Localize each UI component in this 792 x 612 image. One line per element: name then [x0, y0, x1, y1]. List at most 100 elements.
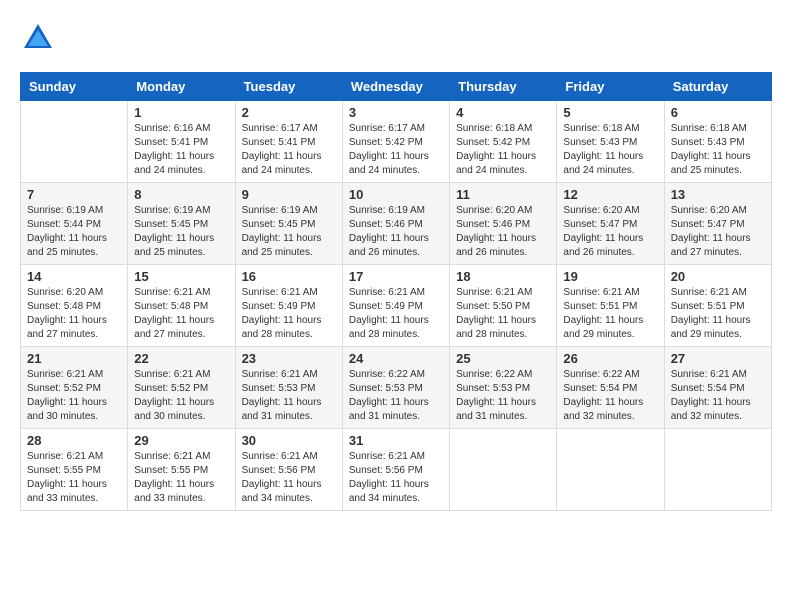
- calendar-cell: 1 Sunrise: 6:16 AMSunset: 5:41 PMDaylight…: [128, 101, 235, 183]
- day-info: Sunrise: 6:21 AMSunset: 5:54 PMDaylight:…: [671, 368, 765, 424]
- calendar-cell: 25 Sunrise: 6:22 AMSunset: 5:53 PMDayligh…: [450, 347, 557, 429]
- calendar-cell: 5 Sunrise: 6:18 AMSunset: 5:43 PMDaylight…: [557, 101, 664, 183]
- calendar-cell: 10 Sunrise: 6:19 AMSunset: 5:46 PMDayligh…: [342, 183, 449, 265]
- calendar-cell: 31 Sunrise: 6:21 AMSunset: 5:56 PMDayligh…: [342, 429, 449, 511]
- weekday-header-monday: Monday: [128, 73, 235, 101]
- calendar-cell: 24Sunrise: 6:22 AMSunset: 5:53 PMDayligh…: [342, 347, 449, 429]
- calendar-week-row: 21 Sunrise: 6:21 AMSunset: 5:52 PMDayligh…: [21, 347, 772, 429]
- calendar-cell: 11 Sunrise: 6:20 AMSunset: 5:46 PMDayligh…: [450, 183, 557, 265]
- day-info: Sunrise: 6:20 AMSunset: 5:48 PMDaylight:…: [27, 286, 121, 342]
- calendar-cell: 13 Sunrise: 6:20 AMSunset: 5:47 PMDayligh…: [664, 183, 771, 265]
- calendar-cell: 19Sunrise: 6:21 AMSunset: 5:51 PMDayligh…: [557, 265, 664, 347]
- logo-icon: [20, 20, 56, 56]
- calendar-cell: 20Sunrise: 6:21 AMSunset: 5:51 PMDayligh…: [664, 265, 771, 347]
- day-info: Sunrise: 6:18 AMSunset: 5:43 PMDaylight:…: [563, 122, 657, 178]
- day-info: Sunrise: 6:18 AMSunset: 5:42 PMDaylight:…: [456, 122, 550, 178]
- weekday-header-sunday: Sunday: [21, 73, 128, 101]
- day-number: 13: [671, 187, 765, 202]
- calendar-cell: [450, 429, 557, 511]
- day-number: 15: [134, 269, 228, 284]
- day-number: 21: [27, 351, 121, 366]
- day-info: Sunrise: 6:21 AMSunset: 5:50 PMDaylight:…: [456, 286, 550, 342]
- calendar-cell: [664, 429, 771, 511]
- calendar-cell: 2 Sunrise: 6:17 AMSunset: 5:41 PMDaylight…: [235, 101, 342, 183]
- calendar-cell: 15Sunrise: 6:21 AMSunset: 5:48 PMDayligh…: [128, 265, 235, 347]
- day-number: 9: [242, 187, 336, 202]
- calendar-week-row: 7 Sunrise: 6:19 AMSunset: 5:44 PMDaylight…: [21, 183, 772, 265]
- day-number: 30: [242, 433, 336, 448]
- calendar-cell: 26 Sunrise: 6:22 AMSunset: 5:54 PMDayligh…: [557, 347, 664, 429]
- day-number: 25: [456, 351, 550, 366]
- calendar-cell: 17Sunrise: 6:21 AMSunset: 5:49 PMDayligh…: [342, 265, 449, 347]
- day-info: Sunrise: 6:21 AMSunset: 5:49 PMDaylight:…: [349, 286, 443, 342]
- day-info: Sunrise: 6:21 AMSunset: 5:53 PMDaylight:…: [242, 368, 336, 424]
- calendar-cell: 9 Sunrise: 6:19 AMSunset: 5:45 PMDaylight…: [235, 183, 342, 265]
- calendar-cell: 28 Sunrise: 6:21 AMSunset: 5:55 PMDayligh…: [21, 429, 128, 511]
- day-info: Sunrise: 6:21 AMSunset: 5:52 PMDaylight:…: [27, 368, 121, 424]
- day-info: Sunrise: 6:22 AMSunset: 5:54 PMDaylight:…: [563, 368, 657, 424]
- day-info: Sunrise: 6:20 AMSunset: 5:46 PMDaylight:…: [456, 204, 550, 260]
- day-number: 16: [242, 269, 336, 284]
- day-info: Sunrise: 6:21 AMSunset: 5:49 PMDaylight:…: [242, 286, 336, 342]
- day-info: Sunrise: 6:19 AMSunset: 5:45 PMDaylight:…: [242, 204, 336, 260]
- calendar-cell: 3Sunrise: 6:17 AMSunset: 5:42 PMDaylight…: [342, 101, 449, 183]
- calendar-cell: 7 Sunrise: 6:19 AMSunset: 5:44 PMDaylight…: [21, 183, 128, 265]
- weekday-header-tuesday: Tuesday: [235, 73, 342, 101]
- calendar-cell: 12 Sunrise: 6:20 AMSunset: 5:47 PMDayligh…: [557, 183, 664, 265]
- day-info: Sunrise: 6:19 AMSunset: 5:46 PMDaylight:…: [349, 204, 443, 260]
- day-info: Sunrise: 6:20 AMSunset: 5:47 PMDaylight:…: [671, 204, 765, 260]
- calendar-week-row: 1 Sunrise: 6:16 AMSunset: 5:41 PMDaylight…: [21, 101, 772, 183]
- day-number: 18: [456, 269, 550, 284]
- day-number: 28: [27, 433, 121, 448]
- day-number: 11: [456, 187, 550, 202]
- day-info: Sunrise: 6:19 AMSunset: 5:44 PMDaylight:…: [27, 204, 121, 260]
- day-info: Sunrise: 6:16 AMSunset: 5:41 PMDaylight:…: [134, 122, 228, 178]
- calendar-table: SundayMondayTuesdayWednesdayThursdayFrid…: [20, 72, 772, 511]
- calendar-cell: 27 Sunrise: 6:21 AMSunset: 5:54 PMDayligh…: [664, 347, 771, 429]
- day-number: 12: [563, 187, 657, 202]
- day-info: Sunrise: 6:21 AMSunset: 5:55 PMDaylight:…: [27, 450, 121, 506]
- day-number: 23: [242, 351, 336, 366]
- calendar-cell: 6Sunrise: 6:18 AMSunset: 5:43 PMDaylight…: [664, 101, 771, 183]
- calendar-week-row: 28 Sunrise: 6:21 AMSunset: 5:55 PMDayligh…: [21, 429, 772, 511]
- day-info: Sunrise: 6:21 AMSunset: 5:56 PMDaylight:…: [349, 450, 443, 506]
- day-number: 27: [671, 351, 765, 366]
- weekday-header-wednesday: Wednesday: [342, 73, 449, 101]
- day-info: Sunrise: 6:22 AMSunset: 5:53 PMDaylight:…: [456, 368, 550, 424]
- calendar-cell: 21 Sunrise: 6:21 AMSunset: 5:52 PMDayligh…: [21, 347, 128, 429]
- day-number: 20: [671, 269, 765, 284]
- calendar-week-row: 14 Sunrise: 6:20 AMSunset: 5:48 PMDayligh…: [21, 265, 772, 347]
- day-number: 5: [563, 105, 657, 120]
- calendar-cell: 22Sunrise: 6:21 AMSunset: 5:52 PMDayligh…: [128, 347, 235, 429]
- day-info: Sunrise: 6:18 AMSunset: 5:43 PMDaylight:…: [671, 122, 765, 178]
- day-number: 26: [563, 351, 657, 366]
- day-number: 7: [27, 187, 121, 202]
- weekday-header-saturday: Saturday: [664, 73, 771, 101]
- calendar-cell: 14 Sunrise: 6:20 AMSunset: 5:48 PMDayligh…: [21, 265, 128, 347]
- calendar-cell: [21, 101, 128, 183]
- day-info: Sunrise: 6:17 AMSunset: 5:41 PMDaylight:…: [242, 122, 336, 178]
- day-number: 4: [456, 105, 550, 120]
- day-info: Sunrise: 6:19 AMSunset: 5:45 PMDaylight:…: [134, 204, 228, 260]
- calendar-header-row: SundayMondayTuesdayWednesdayThursdayFrid…: [21, 73, 772, 101]
- day-number: 29: [134, 433, 228, 448]
- day-number: 8: [134, 187, 228, 202]
- calendar-cell: [557, 429, 664, 511]
- day-number: 31: [349, 433, 443, 448]
- day-number: 1: [134, 105, 228, 120]
- day-number: 22: [134, 351, 228, 366]
- day-info: Sunrise: 6:21 AMSunset: 5:51 PMDaylight:…: [563, 286, 657, 342]
- day-info: Sunrise: 6:21 AMSunset: 5:55 PMDaylight:…: [134, 450, 228, 506]
- day-number: 14: [27, 269, 121, 284]
- weekday-header-friday: Friday: [557, 73, 664, 101]
- logo: [20, 20, 60, 56]
- weekday-header-thursday: Thursday: [450, 73, 557, 101]
- calendar-cell: 29 Sunrise: 6:21 AMSunset: 5:55 PMDayligh…: [128, 429, 235, 511]
- calendar-cell: 23 Sunrise: 6:21 AMSunset: 5:53 PMDayligh…: [235, 347, 342, 429]
- calendar-cell: 16 Sunrise: 6:21 AMSunset: 5:49 PMDayligh…: [235, 265, 342, 347]
- calendar-cell: 18 Sunrise: 6:21 AMSunset: 5:50 PMDayligh…: [450, 265, 557, 347]
- day-info: Sunrise: 6:20 AMSunset: 5:47 PMDaylight:…: [563, 204, 657, 260]
- day-number: 10: [349, 187, 443, 202]
- day-number: 3: [349, 105, 443, 120]
- day-number: 2: [242, 105, 336, 120]
